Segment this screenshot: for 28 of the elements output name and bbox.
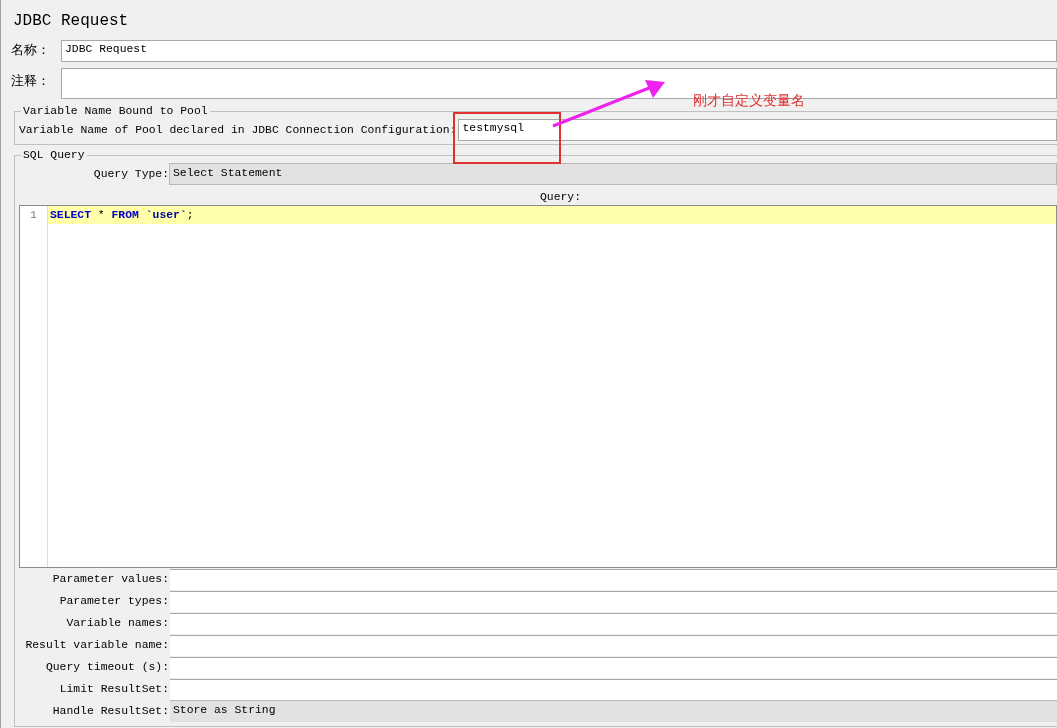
pool-name-field[interactable]: testmysql bbox=[458, 119, 1057, 141]
field-label: Result variable name: bbox=[24, 639, 170, 651]
line-number: 1 bbox=[29, 208, 38, 223]
field-label: Limit ResultSet: bbox=[58, 683, 170, 695]
input-field[interactable] bbox=[170, 634, 1057, 656]
query-label: Query: bbox=[540, 191, 581, 203]
pool-label: Variable Name of Pool declared in JDBC Connection Configuration: bbox=[19, 124, 457, 136]
section-legend: SQL Query bbox=[21, 149, 87, 161]
name-label: 名称： bbox=[11, 41, 51, 59]
input-field[interactable] bbox=[170, 590, 1057, 612]
input-field[interactable] bbox=[170, 678, 1057, 700]
input-field[interactable] bbox=[170, 656, 1057, 678]
input-field[interactable] bbox=[170, 568, 1057, 590]
name-field[interactable]: JDBC Request bbox=[61, 40, 1057, 62]
section-legend: Variable Name Bound to Pool bbox=[21, 105, 210, 117]
panel-title: JDBC Request bbox=[12, 11, 129, 32]
field-label: Parameter values: bbox=[51, 573, 170, 585]
field-label: Parameter types: bbox=[58, 595, 170, 607]
sql-editor[interactable]: 1 SELECT * FROM `user`; bbox=[19, 205, 1057, 568]
query-type-label: Query Type: bbox=[92, 168, 169, 180]
field-label: Variable names: bbox=[65, 617, 170, 629]
input-field[interactable] bbox=[170, 612, 1057, 634]
dropdown-field[interactable]: Store as String bbox=[170, 700, 1057, 722]
comment-label: 注释： bbox=[11, 71, 51, 90]
query-type-dropdown[interactable]: Select Statement bbox=[169, 163, 1057, 185]
annotation-text: 刚才自定义变量名 bbox=[693, 92, 805, 110]
field-label: Query timeout (s): bbox=[44, 661, 170, 673]
field-label: Handle ResultSet: bbox=[51, 705, 170, 717]
